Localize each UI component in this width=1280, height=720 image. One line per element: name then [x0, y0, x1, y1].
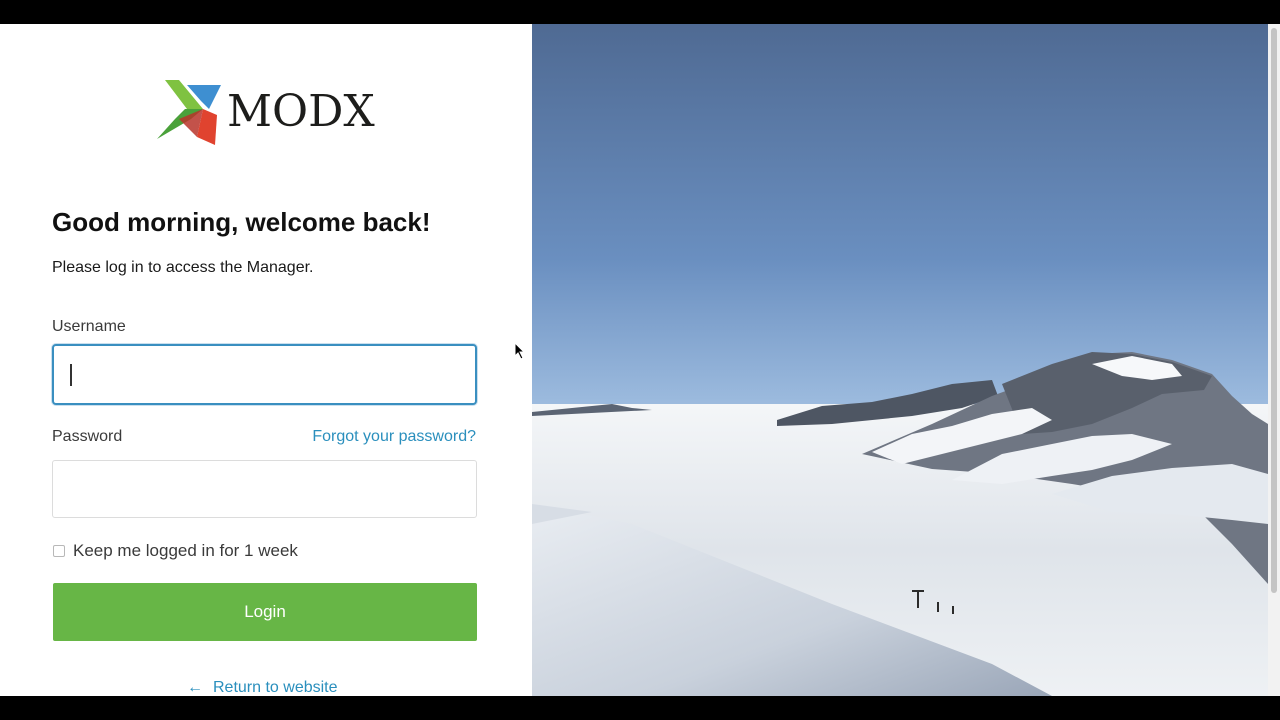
- password-label: Password: [52, 428, 123, 445]
- remember-me-label[interactable]: Keep me logged in for 1 week: [73, 541, 298, 561]
- modx-logo-icon: [157, 80, 221, 145]
- greeting-heading: Good morning, welcome back!: [52, 207, 431, 238]
- mountain-landscape-image: [532, 24, 1268, 696]
- modx-logo: MODX: [157, 79, 375, 145]
- mouse-cursor-icon: [514, 342, 526, 360]
- scrollbar-thumb[interactable]: [1271, 28, 1277, 593]
- background-photo: [532, 24, 1268, 696]
- username-input[interactable]: [52, 344, 477, 405]
- text-caret: [70, 364, 72, 386]
- username-label: Username: [52, 318, 126, 335]
- forgot-password-link[interactable]: Forgot your password?: [312, 428, 476, 446]
- password-input[interactable]: [52, 460, 477, 518]
- brand-wordmark: MODX: [227, 86, 375, 137]
- login-button[interactable]: Login: [53, 583, 477, 641]
- greeting-rest: , welcome back!: [231, 207, 431, 237]
- vertical-scrollbar[interactable]: [1268, 24, 1280, 696]
- greeting-bold: Good morning: [52, 207, 232, 237]
- login-page: MODX Good morning, welcome back! Please …: [0, 24, 1280, 696]
- return-link-label: Return to website: [213, 679, 338, 696]
- remember-me-row[interactable]: Keep me logged in for 1 week: [53, 541, 298, 561]
- remember-me-checkbox[interactable]: [53, 545, 65, 557]
- return-to-website-link[interactable]: ← Return to website: [187, 679, 338, 696]
- intro-text: Please log in to access the Manager.: [52, 259, 314, 276]
- arrow-left-icon: ←: [187, 679, 203, 696]
- login-panel: MODX Good morning, welcome back! Please …: [0, 24, 532, 696]
